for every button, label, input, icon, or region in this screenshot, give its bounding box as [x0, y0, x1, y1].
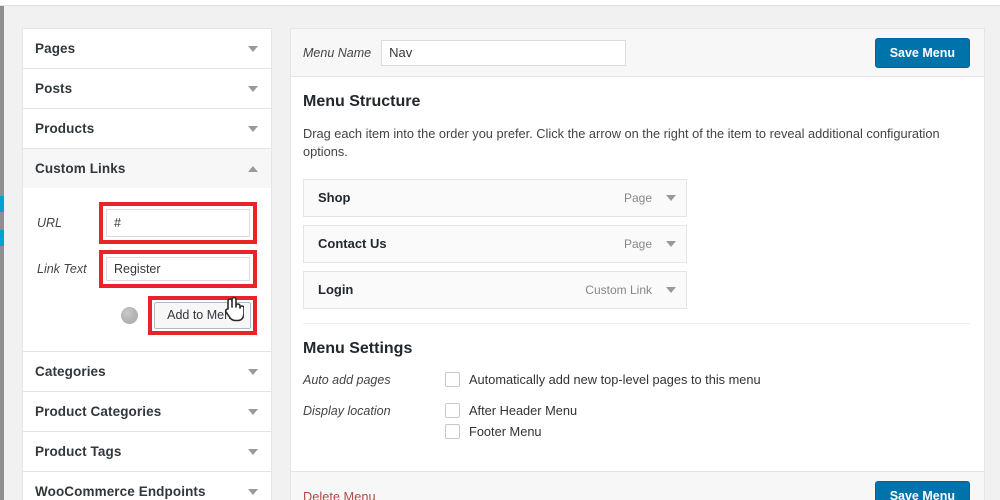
save-menu-button-bottom[interactable]: Save Menu	[874, 481, 970, 500]
accordion-panel-product-categories: Product Categories	[22, 391, 272, 431]
menu-name-input[interactable]	[381, 39, 627, 66]
chevron-down-icon[interactable]	[248, 125, 258, 132]
accordion-header-pages[interactable]: Pages	[23, 29, 271, 68]
accordion-panel-pages: Pages	[22, 28, 272, 68]
accordion-label-posts: Posts	[35, 81, 73, 96]
menu-item-row[interactable]: Contact Us Page	[303, 224, 687, 263]
link-text-input[interactable]	[106, 257, 250, 281]
add-to-menu-highlight-box: Add to Menu	[148, 296, 257, 335]
menu-editor-panel: Menu Name Save Menu Menu Structure Drag …	[290, 28, 985, 500]
add-to-menu-row: Add to Menu	[37, 296, 257, 335]
accordion-label-product-categories: Product Categories	[35, 404, 162, 419]
auto-add-pages-label: Auto add pages	[303, 372, 391, 387]
display-location-checkline: After Header Menu	[445, 402, 578, 418]
chevron-down-icon[interactable]	[248, 45, 258, 52]
menu-item-meta: Page	[624, 237, 676, 251]
accordion-label-custom-links: Custom Links	[35, 161, 126, 176]
menu-structure-title: Menu Structure	[303, 93, 421, 110]
left-scroll-rail[interactable]	[0, 6, 4, 500]
accordion-panel-categories: Categories	[22, 351, 272, 391]
display-location-checkline: Footer Menu	[445, 423, 577, 439]
accordion-header-product-tags[interactable]: Product Tags	[23, 432, 271, 471]
link-text-label: Link Text	[37, 262, 87, 276]
chevron-down-icon[interactable]	[666, 286, 676, 293]
menu-item-row[interactable]: Shop Page	[303, 178, 687, 217]
accordion-header-products[interactable]: Products	[23, 109, 271, 148]
menu-editor-body: Menu Structure Drag each item into the o…	[291, 77, 984, 471]
delete-menu-link[interactable]: Delete Menu	[303, 489, 376, 500]
auto-add-pages-options: Automatically add new top-level pages to…	[445, 371, 761, 393]
menu-item-title: Contact Us	[318, 236, 387, 252]
menu-name-group: Menu Name	[303, 39, 627, 66]
chevron-up-icon[interactable]	[248, 165, 258, 172]
save-menu-button-top[interactable]: Save Menu	[874, 37, 970, 68]
menu-settings-section: Menu Settings Auto add pages Automatical…	[303, 322, 970, 471]
footer-menu-label: Footer Menu	[469, 423, 542, 439]
auto-add-pages-checkbox[interactable]	[445, 371, 460, 387]
accordion-panel-posts: Posts	[22, 68, 272, 108]
auto-add-pages-checkline: Automatically add new top-level pages to…	[445, 371, 761, 387]
accordion-panel-product-tags: Product Tags	[22, 431, 272, 471]
accordion-header-product-categories[interactable]: Product Categories	[23, 392, 271, 431]
page-top-strip	[0, 0, 1000, 6]
add-to-menu-button[interactable]: Add to Menu	[154, 302, 251, 329]
accordion-label-woocommerce-endpoints: WooCommerce Endpoints	[35, 484, 206, 499]
accordion-header-woocommerce-endpoints[interactable]: WooCommerce Endpoints	[23, 472, 271, 500]
menu-item-meta: Custom Link	[585, 283, 676, 297]
display-location-row: Display location After Header Menu Foote…	[303, 402, 970, 445]
screen-root: Pages Posts Products Custom Links URL # …	[0, 0, 1000, 500]
menu-settings-title: Menu Settings	[303, 339, 413, 357]
url-input[interactable]	[106, 209, 250, 237]
menu-name-label: Menu Name	[303, 45, 372, 60]
menu-item-type: Page	[623, 236, 652, 251]
menu-structure-description: Drag each item into the order you prefer…	[303, 126, 940, 159]
menu-items-list: Shop Page Contact Us Page Login Custom L…	[303, 178, 687, 309]
accordion-label-categories: Categories	[35, 364, 106, 379]
rail-accent-upper	[0, 196, 4, 212]
accordion-header-custom-links[interactable]: Custom Links	[23, 149, 271, 188]
display-location-label: Display location	[303, 403, 391, 418]
auto-add-pages-checkbox-label: Automatically add new top-level pages to…	[469, 371, 761, 387]
accordion-header-categories[interactable]: Categories	[23, 352, 271, 391]
after-header-menu-checkbox[interactable]	[445, 402, 460, 418]
chevron-down-icon[interactable]	[248, 408, 258, 415]
accordion-panel-products: Products	[22, 108, 272, 148]
footer-menu-checkbox[interactable]	[445, 423, 460, 439]
url-label: URL	[37, 216, 63, 230]
link-text-field-row: Link Text	[37, 250, 257, 288]
accordion-label-pages: Pages	[35, 41, 76, 56]
display-location-options: After Header Menu Footer Menu	[445, 402, 578, 445]
menu-item-title: Shop	[318, 190, 351, 206]
url-field-row: URL	[37, 202, 257, 244]
link-text-highlight-box	[99, 250, 257, 288]
chevron-down-icon[interactable]	[666, 240, 676, 247]
menu-editor-footer: Delete Menu Save Menu	[291, 470, 984, 500]
loading-spinner-icon	[121, 307, 139, 324]
accordion-label-product-tags: Product Tags	[35, 444, 122, 459]
custom-links-body: URL Link Text Add to Menu	[23, 188, 271, 351]
menu-item-meta: Page	[624, 191, 676, 205]
chevron-down-icon[interactable]	[248, 488, 258, 495]
menu-item-type: Page	[623, 190, 652, 205]
chevron-down-icon[interactable]	[248, 448, 258, 455]
add-menu-items-sidebar: Pages Posts Products Custom Links URL # …	[22, 28, 272, 500]
accordion-panel-woocommerce-endpoints: WooCommerce Endpoints	[22, 471, 272, 500]
chevron-down-icon[interactable]	[666, 194, 676, 201]
accordion-panel-custom-links: Custom Links URL Link Text	[22, 148, 272, 351]
accordion-label-products: Products	[35, 121, 95, 136]
after-header-menu-label: After Header Menu	[469, 402, 578, 418]
menu-item-type: Custom Link	[585, 282, 652, 297]
chevron-down-icon[interactable]	[248, 85, 258, 92]
auto-add-pages-row: Auto add pages Automatically add new top…	[303, 371, 970, 393]
menu-editor-header: Menu Name Save Menu	[291, 29, 984, 77]
menu-item-row[interactable]: Login Custom Link	[303, 270, 687, 309]
menu-item-title: Login	[318, 282, 354, 298]
rail-accent-lower	[0, 230, 4, 246]
accordion-header-posts[interactable]: Posts	[23, 69, 271, 108]
chevron-down-icon[interactable]	[248, 368, 258, 375]
url-highlight-box	[99, 202, 257, 244]
